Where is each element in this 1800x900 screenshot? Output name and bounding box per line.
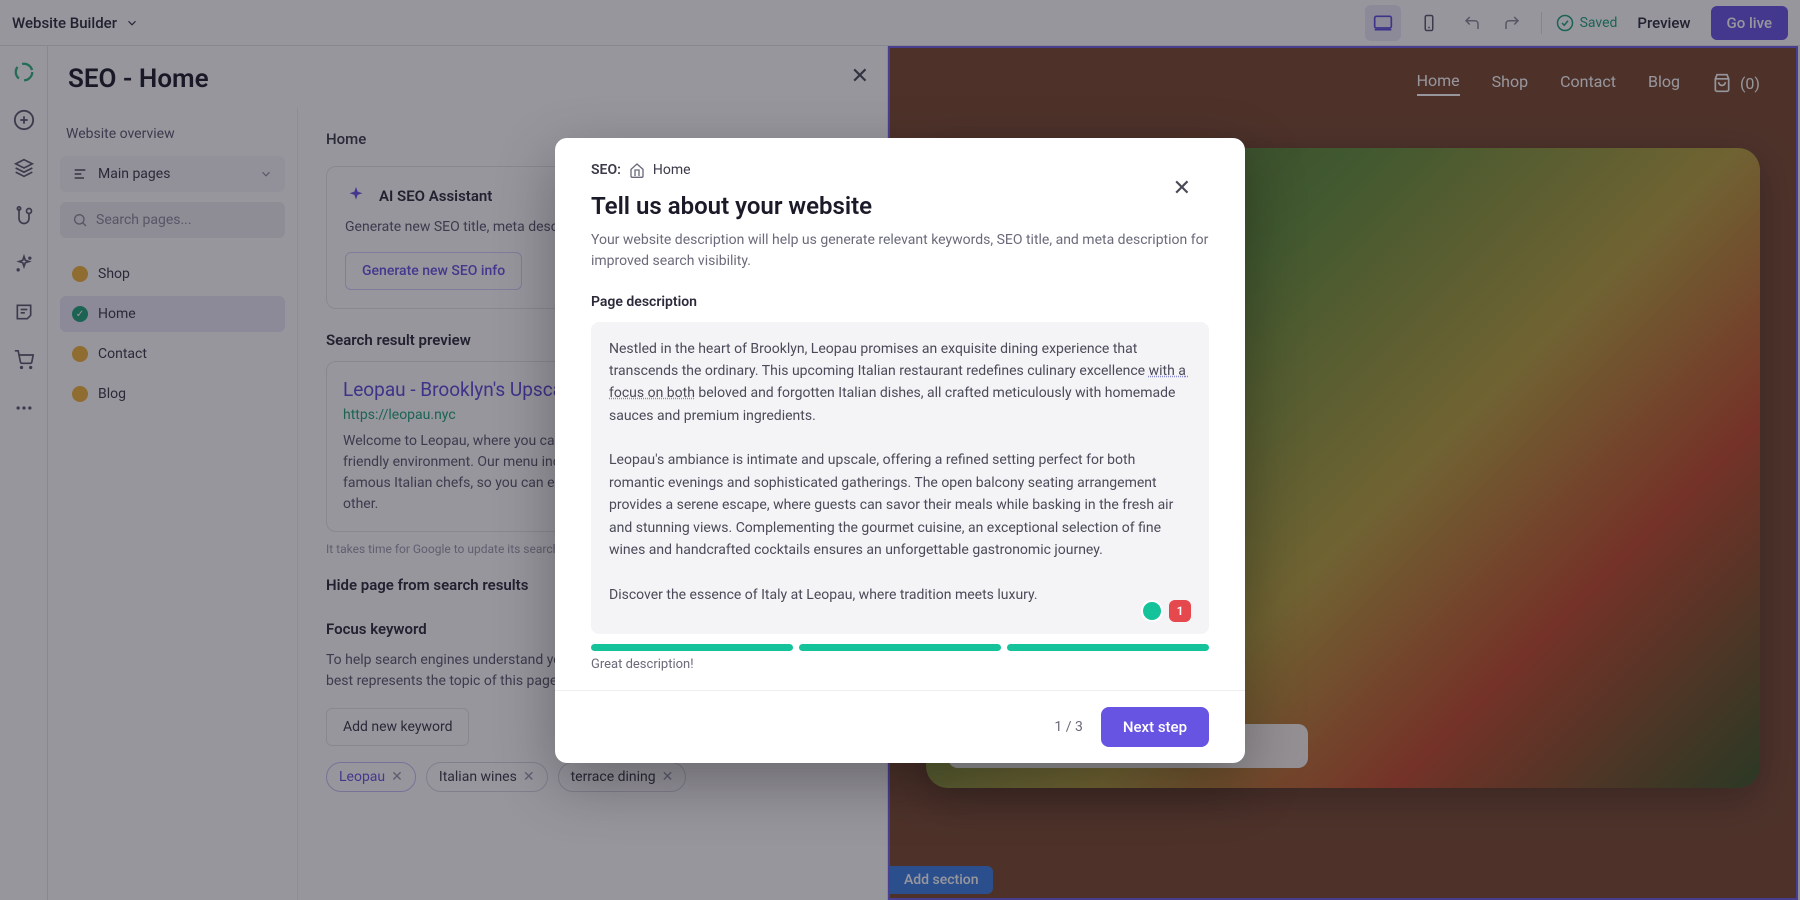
next-step-button[interactable]: Next step bbox=[1101, 707, 1209, 747]
crumb-label: SEO: bbox=[591, 162, 621, 178]
meter-label: Great description! bbox=[591, 657, 1209, 672]
step-indicator: 1 / 3 bbox=[1054, 719, 1082, 735]
modal-title: Tell us about your website bbox=[591, 192, 1209, 220]
description-quality-meter bbox=[591, 644, 1209, 651]
grammarly-icon bbox=[1141, 600, 1163, 622]
description-text: Nestled in the heart of Brooklyn, Leopau… bbox=[609, 338, 1191, 618]
modal-overlay[interactable]: ✕ SEO: Home Tell us about your website Y… bbox=[0, 0, 1800, 900]
home-icon bbox=[629, 162, 645, 178]
modal-breadcrumb: SEO: Home bbox=[591, 162, 1209, 178]
page-description-textarea[interactable]: Nestled in the heart of Brooklyn, Leopau… bbox=[591, 322, 1209, 634]
close-modal-button[interactable]: ✕ bbox=[1173, 176, 1191, 201]
meter-segment bbox=[591, 644, 793, 651]
page-description-label: Page description bbox=[591, 294, 1209, 310]
crumb-page: Home bbox=[653, 162, 691, 178]
modal-footer: 1 / 3 Next step bbox=[555, 690, 1245, 763]
modal-subtitle: Your website description will help us ge… bbox=[591, 230, 1209, 272]
meter-segment bbox=[799, 644, 1001, 651]
grammar-indicator[interactable]: 1 bbox=[1141, 600, 1191, 622]
meter-segment bbox=[1007, 644, 1209, 651]
seo-wizard-modal: ✕ SEO: Home Tell us about your website Y… bbox=[555, 138, 1245, 763]
error-count-badge: 1 bbox=[1169, 600, 1191, 622]
